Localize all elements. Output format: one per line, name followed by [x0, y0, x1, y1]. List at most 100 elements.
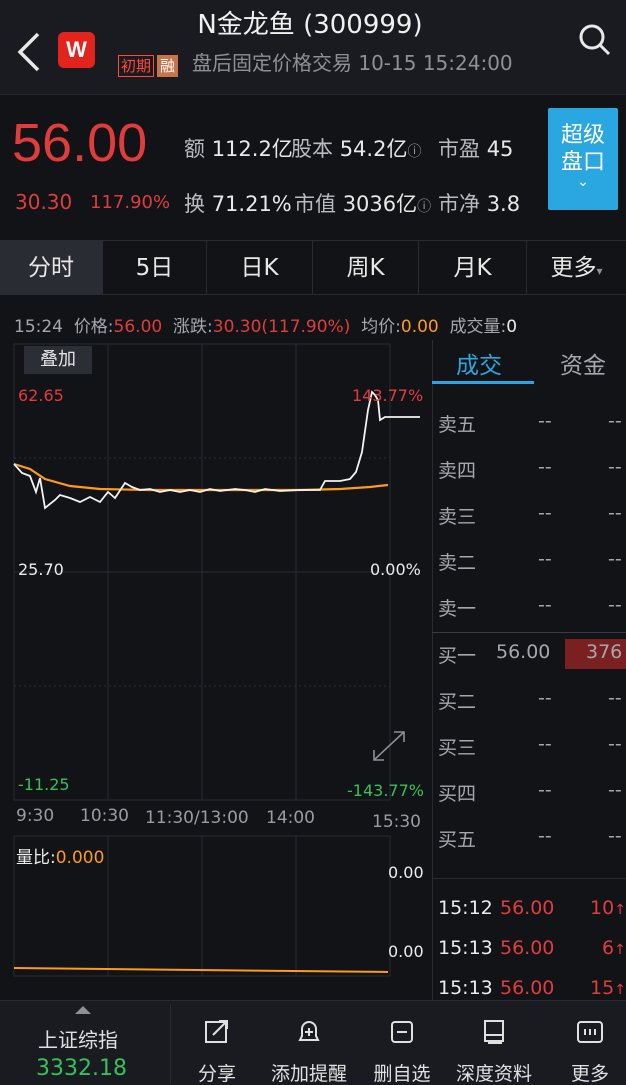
- trade-volume: 15↑: [590, 977, 626, 999]
- bid-label: 买四: [438, 783, 477, 805]
- bid-price: --: [538, 779, 552, 801]
- price-change: 30.30: [15, 190, 73, 214]
- tab-daily-k[interactable]: 日K: [207, 241, 313, 295]
- last-price: 56.00: [12, 113, 148, 173]
- more-label: 更多: [570, 1063, 609, 1085]
- price-change-pct: 117.90%: [90, 192, 171, 213]
- chart-grid: [13, 343, 391, 977]
- depth-info-button[interactable]: 深度资料: [448, 1018, 540, 1085]
- index-name: 上证综指: [38, 1028, 118, 1052]
- margin-badge: 融: [157, 55, 179, 77]
- tab-trades[interactable]: 成交: [456, 346, 502, 380]
- trade-price: 56.00: [500, 937, 555, 959]
- triangle-down-icon: ▾: [596, 264, 603, 278]
- volume-ratio-line: [13, 967, 389, 973]
- info-price: 56.00: [113, 317, 163, 337]
- bid-label: 买三: [438, 737, 477, 759]
- bid-row-3: 买三 -- --: [438, 733, 626, 763]
- info-icon[interactable]: ⓘ: [407, 144, 421, 160]
- app-logo: W: [58, 32, 95, 68]
- bid-row-5: 买五 -- --: [438, 825, 626, 855]
- arrow-up-icon: ↑: [614, 982, 626, 998]
- expand-icon[interactable]: [368, 726, 410, 770]
- turnover-value: 71.21%: [211, 192, 292, 216]
- tab-more-label: 更多: [550, 255, 597, 281]
- ask-price: --: [538, 594, 552, 616]
- trades-divider: [432, 878, 626, 879]
- trade-volume: 10↑: [590, 897, 626, 919]
- info-volume: 0: [506, 317, 518, 337]
- info-icon[interactable]: ⓘ: [417, 199, 431, 215]
- trade-row: 15:12 56.00 10↑: [438, 897, 626, 919]
- amount-stat: 额 112.2亿: [184, 133, 293, 163]
- ask-row-5: 卖五 -- --: [438, 410, 626, 440]
- search-button[interactable]: [575, 20, 615, 60]
- back-button[interactable]: [12, 28, 48, 76]
- more-grid-icon: [577, 1021, 603, 1043]
- y-axis-mid: 25.70: [18, 560, 64, 579]
- pb-value: 3.8: [486, 192, 521, 216]
- bid-label: 买一: [438, 645, 477, 667]
- book-divider: [432, 632, 626, 633]
- x-tick-0930: 9:30: [16, 806, 55, 826]
- info-change-label: 涨跌:: [173, 317, 213, 337]
- stock-title: N金龙鱼 (300999): [197, 10, 423, 40]
- turnover-label: 换: [184, 192, 205, 216]
- trading-status: 盘后固定价格交易 10-15 15:24:00: [192, 51, 513, 75]
- x-tick-1400: 14:00: [266, 808, 315, 828]
- intraday-chart[interactable]: [0, 340, 432, 1000]
- ask-volume: --: [608, 548, 622, 570]
- ask-label: 卖二: [438, 552, 477, 574]
- trade-price: 56.00: [500, 897, 555, 919]
- ask-volume: --: [608, 502, 622, 524]
- tab-funds[interactable]: 资金: [560, 346, 606, 380]
- ask-label: 卖一: [438, 598, 477, 620]
- remove-watchlist-label: 删自选: [373, 1063, 431, 1085]
- super-orderbook-button[interactable]: 超级 盘口 ⌄: [548, 108, 618, 210]
- ask-volume: --: [608, 410, 622, 432]
- share-cap-label: 股本: [291, 137, 333, 161]
- chevron-up-icon: [75, 1006, 91, 1014]
- average-price-line: [13, 462, 389, 492]
- ask-price: --: [538, 456, 552, 478]
- ask-label: 卖三: [438, 506, 477, 528]
- crosshair-info: 15:24 价格:56.00 涨跌:30.30(117.90%) 均价:0.00…: [14, 312, 517, 337]
- tab-intraday[interactable]: 分时: [0, 241, 103, 295]
- amount-label: 额: [184, 137, 205, 161]
- volume-ratio-value: 0.000: [55, 848, 105, 868]
- bid-row-2: 买二 -- --: [438, 687, 626, 717]
- depth-info-label: 深度资料: [455, 1063, 532, 1085]
- trade-row: 15:13 56.00 15↑: [438, 977, 626, 999]
- ask-price: --: [538, 548, 552, 570]
- ask-row-2: 卖二 -- --: [438, 548, 626, 578]
- remove-watchlist-button[interactable]: 删自选: [366, 1018, 438, 1085]
- share-icon: [205, 1020, 228, 1043]
- vol-axis-bottom: 0.00: [388, 942, 424, 961]
- tab-more[interactable]: 更多▾: [527, 241, 626, 295]
- tab-5day[interactable]: 5日: [103, 241, 207, 295]
- price-line: [13, 390, 420, 510]
- overlay-button[interactable]: 叠加: [24, 346, 92, 374]
- trade-price: 56.00: [500, 977, 555, 999]
- index-ticker[interactable]: 上证综指 3332.18: [0, 1000, 170, 1085]
- panel-divider: [432, 340, 433, 1000]
- volume-ratio-readout: 量比:0.000: [16, 843, 104, 868]
- info-avg-label: 均价:: [361, 317, 401, 337]
- ask-price: --: [538, 410, 552, 432]
- add-alert-button[interactable]: 添加提醒: [262, 1018, 356, 1085]
- chevron-down-icon: ⌄: [577, 174, 589, 190]
- chart-period-tabs: 分时 5日 日K 周K 月K 更多▾: [0, 240, 626, 295]
- tab-monthly-k[interactable]: 月K: [419, 241, 527, 295]
- amount-value: 112.2亿: [211, 137, 293, 161]
- x-tick-1530: 15:30: [372, 812, 421, 832]
- y-axis-bottom: -11.25: [18, 775, 70, 794]
- add-alert-label: 添加提醒: [270, 1063, 347, 1085]
- super-button-line1: 超级: [560, 123, 605, 148]
- more-button[interactable]: 更多: [563, 1018, 617, 1085]
- pct-axis-bottom: -143.77%: [347, 781, 424, 800]
- tab-weekly-k[interactable]: 周K: [313, 241, 419, 295]
- info-price-label: 价格:: [73, 317, 114, 337]
- share-button[interactable]: 分享: [195, 1018, 239, 1085]
- ask-row-4: 卖四 -- --: [438, 456, 626, 486]
- pe-value: 45: [486, 137, 514, 161]
